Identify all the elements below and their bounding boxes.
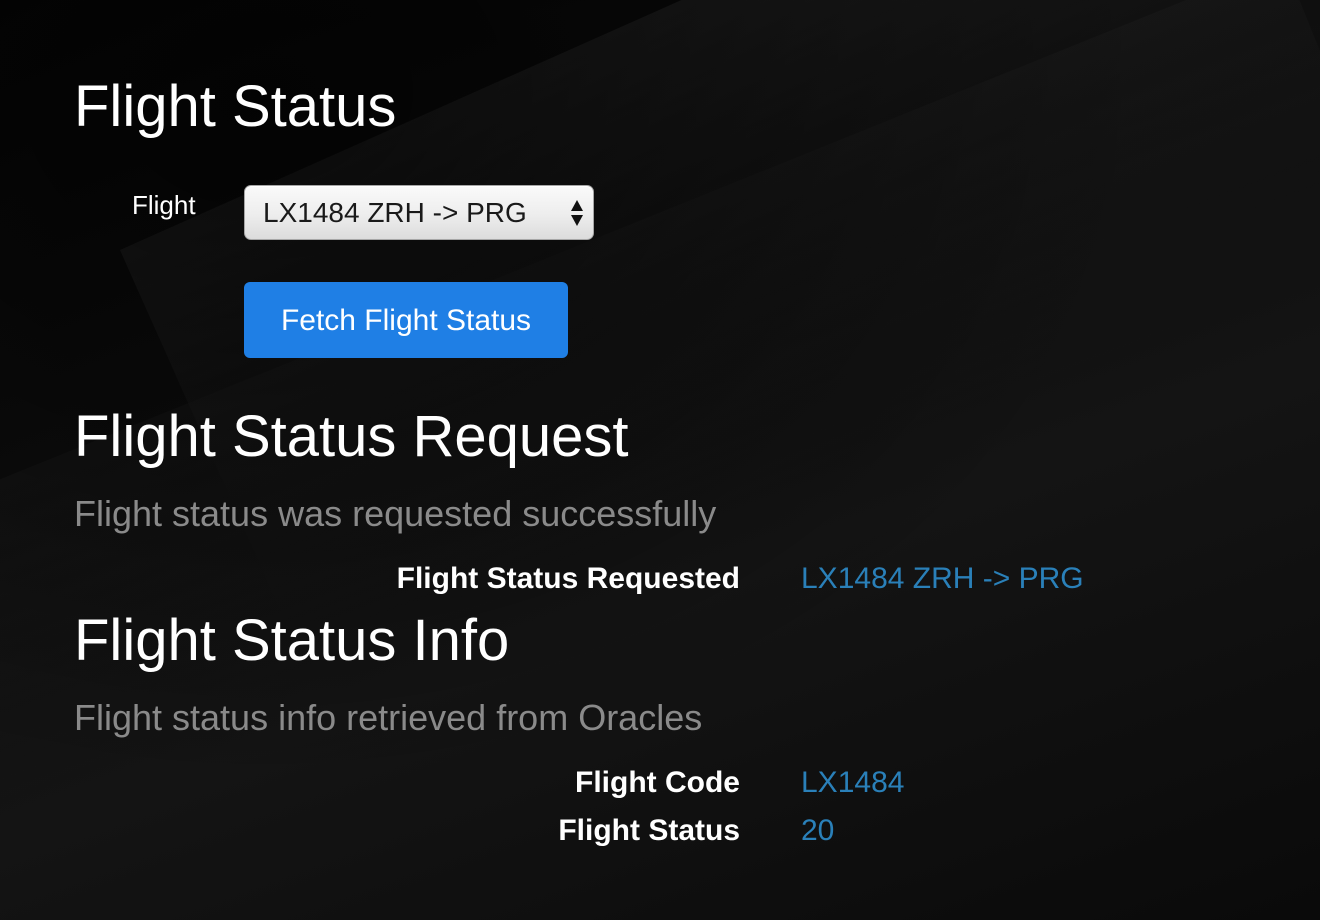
flight-select[interactable]: LX1484 ZRH -> PRG	[244, 185, 594, 240]
flight-status-requested-key: Flight Status Requested	[396, 562, 740, 595]
fetch-flight-status-button[interactable]: Fetch Flight Status	[244, 282, 568, 358]
flight-code-value: LX1484	[801, 766, 905, 799]
info-section-title: Flight Status Info	[74, 608, 510, 673]
flight-label: Flight	[132, 190, 196, 220]
flight-code-key: Flight Code	[575, 766, 740, 799]
request-section-subtitle: Flight status was requested successfully	[74, 493, 717, 534]
flight-status-value: 20	[801, 814, 835, 847]
page-title: Flight Status	[74, 74, 397, 139]
info-section-subtitle: Flight status info retrieved from Oracle…	[74, 697, 703, 738]
flight-status-key: Flight Status	[558, 814, 740, 847]
flight-status-requested-value: LX1484 ZRH -> PRG	[801, 562, 1084, 595]
updown-arrows-icon	[571, 200, 583, 226]
flight-select-value: LX1484 ZRH -> PRG	[263, 197, 527, 228]
request-section-title: Flight Status Request	[74, 404, 629, 469]
